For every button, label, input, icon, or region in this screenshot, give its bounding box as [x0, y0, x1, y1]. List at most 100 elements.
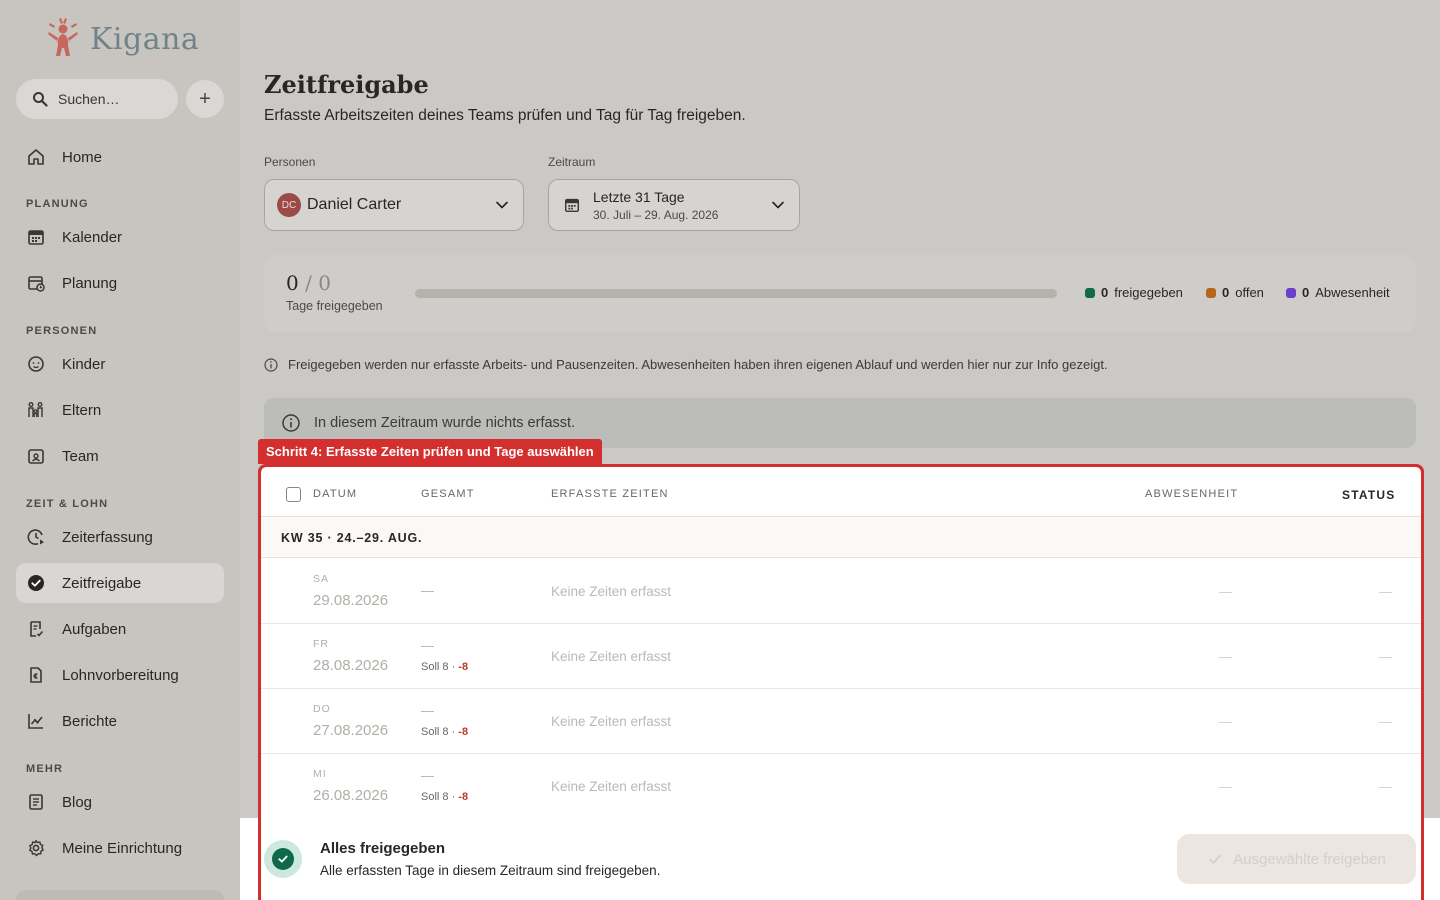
search-box[interactable]	[16, 79, 178, 119]
row-date: 28.08.2026	[313, 657, 389, 674]
row-absence: —	[1219, 714, 1232, 729]
header-status[interactable]: STATUS	[1342, 488, 1395, 502]
person-select[interactable]: DC Daniel Carter	[264, 179, 524, 231]
row-status: —	[1379, 714, 1392, 729]
legend-absence: 0 Abwesenheit	[1286, 285, 1390, 300]
chevron-down-icon	[496, 201, 508, 209]
range-label: Zeitraum	[548, 155, 596, 169]
sidebar: Kigana + Home PLANUNG Kalender Planung P…	[0, 0, 240, 900]
table-row[interactable]: FR 28.08.2026 — Soll 8 · -8 Keine Zeiten…	[261, 624, 1421, 689]
sidebar-item-kalender[interactable]: Kalender	[16, 217, 224, 257]
legend-absence-label: Abwesenheit	[1315, 285, 1390, 300]
page-subtitle: Erfasste Arbeitszeiten deines Teams prüf…	[264, 107, 746, 124]
range-value: Letzte 31 Tage	[593, 188, 685, 205]
sidebar-item-label: Eltern	[62, 401, 102, 419]
sidebar-item-label: Kinder	[62, 355, 106, 373]
approve-selected-button[interactable]: Ausgewählte freigeben	[1177, 834, 1416, 884]
target-diff: -8	[458, 726, 469, 738]
row-absence: —	[1219, 649, 1232, 664]
weekday: DO	[313, 703, 331, 715]
range-select[interactable]: Letzte 31 Tage 30. Juli – 29. Aug. 2026	[548, 179, 800, 231]
app-logo[interactable]: Kigana	[46, 18, 199, 60]
sidebar-item-label: Kalender	[62, 228, 123, 246]
header-gesamt[interactable]: GESAMT	[421, 488, 475, 500]
legend-open: 0 offen	[1206, 285, 1264, 300]
legend-absence-count: 0	[1302, 285, 1310, 300]
check-circle-icon	[272, 848, 294, 870]
sidebar-item-eltern[interactable]: Eltern	[16, 390, 224, 430]
select-all-checkbox[interactable]	[286, 487, 301, 502]
calendar-icon	[564, 198, 580, 213]
sidebar-item-kinder[interactable]: Kinder	[16, 344, 224, 384]
target-diff: -8	[458, 791, 469, 803]
main-content: Zeitfreigabe Erfasste Arbeitszeiten dein…	[240, 0, 1440, 900]
sidebar-footer-card[interactable]	[16, 890, 224, 900]
sidebar-item-zeitfreigabe[interactable]: Zeitfreigabe	[16, 563, 224, 603]
approved-days: 0	[286, 271, 299, 295]
target-text: Soll 8 ·	[421, 726, 459, 738]
sidebar-item-aufgaben[interactable]: Aufgaben	[16, 609, 224, 649]
sidebar-item-label: Blog	[62, 793, 93, 811]
row-total: —	[421, 583, 434, 598]
empty-notice-text: In diesem Zeitraum wurde nichts erfasst.	[314, 415, 576, 431]
header-datum[interactable]: DATUM	[313, 488, 357, 500]
sidebar-item-einrichtung[interactable]: Meine Einrichtung	[16, 828, 224, 868]
gear-icon	[29, 839, 44, 857]
add-button[interactable]: +	[186, 80, 224, 118]
approved-dot	[1085, 287, 1095, 298]
info-icon	[282, 414, 300, 432]
row-date: 29.08.2026	[313, 592, 389, 609]
task-list-icon	[30, 621, 44, 637]
avatar: DC	[277, 193, 301, 217]
plus-icon: +	[199, 87, 211, 110]
person-name: Daniel Carter	[307, 196, 402, 213]
table-row[interactable]: DO 27.08.2026 — Soll 8 · -8 Keine Zeiten…	[261, 689, 1421, 754]
search-input[interactable]	[58, 91, 168, 107]
sidebar-item-label: Zeitfreigabe	[62, 574, 142, 592]
chevron-down-icon	[772, 201, 784, 209]
sidebar-item-label: Lohnvorbereitung	[62, 666, 179, 684]
sidebar-item-blog[interactable]: Blog	[16, 782, 224, 822]
sidebar-item-label: Meine Einrichtung	[62, 839, 183, 857]
calendar-icon	[28, 230, 44, 245]
row-times: Keine Zeiten erfasst	[551, 584, 672, 599]
persons-label: Personen	[264, 155, 316, 169]
sidebar-item-planung[interactable]: Planung	[16, 263, 224, 303]
sidebar-item-home[interactable]: Home	[16, 137, 224, 177]
sidebar-item-label: Team	[62, 447, 99, 465]
table-row[interactable]: MI 26.08.2026 — Soll 8 · -8 Keine Zeiten…	[261, 754, 1421, 819]
row-absence: —	[1219, 584, 1232, 599]
range-dates: 30. Juli – 29. Aug. 2026	[593, 207, 719, 222]
table-row[interactable]: SA 29.08.2026 — Keine Zeiten erfasst — —	[261, 559, 1421, 624]
sidebar-item-lohnvorbereitung[interactable]: Lohnvorbereitung	[16, 655, 224, 695]
all-approved-badge	[264, 840, 302, 878]
info-text: Freigegeben werden nur erfasste Arbeits-…	[288, 357, 1108, 372]
baby-face-icon	[28, 356, 44, 372]
target-text: Soll 8 ·	[421, 661, 459, 673]
legend-approved-count: 0	[1101, 285, 1109, 300]
target-text: Soll 8 ·	[421, 791, 459, 803]
sidebar-item-team[interactable]: Team	[16, 436, 224, 476]
sidebar-item-berichte[interactable]: Berichte	[16, 701, 224, 741]
week-label: KW 35 · 24.–29. AUG.	[281, 531, 423, 545]
sidebar-item-label: Zeiterfassung	[62, 528, 153, 546]
total-days: 0	[318, 271, 331, 295]
sidebar-item-label: Home	[62, 148, 103, 166]
weekday: SA	[313, 573, 330, 585]
row-target: Soll 8 · -8	[421, 661, 468, 673]
progress-bar	[415, 289, 1057, 298]
row-target: Soll 8 · -8	[421, 791, 468, 803]
legend-approved: 0 freigegeben	[1085, 285, 1183, 300]
row-times: Keine Zeiten erfasst	[551, 779, 672, 794]
approval-action-bar: Alles freigegeben Alle erfassten Tage in…	[240, 818, 1440, 900]
logo-figure-icon	[48, 18, 78, 56]
row-total: —	[421, 638, 434, 653]
fraction-slash: /	[305, 271, 312, 295]
row-date: 27.08.2026	[313, 722, 389, 739]
row-status: —	[1379, 584, 1392, 599]
check-circle-icon	[28, 575, 44, 591]
search-icon	[33, 92, 48, 107]
sidebar-item-zeiterfassung[interactable]: Zeiterfassung	[16, 517, 224, 557]
row-times: Keine Zeiten erfasst	[551, 649, 672, 664]
id-card-icon	[28, 449, 44, 464]
